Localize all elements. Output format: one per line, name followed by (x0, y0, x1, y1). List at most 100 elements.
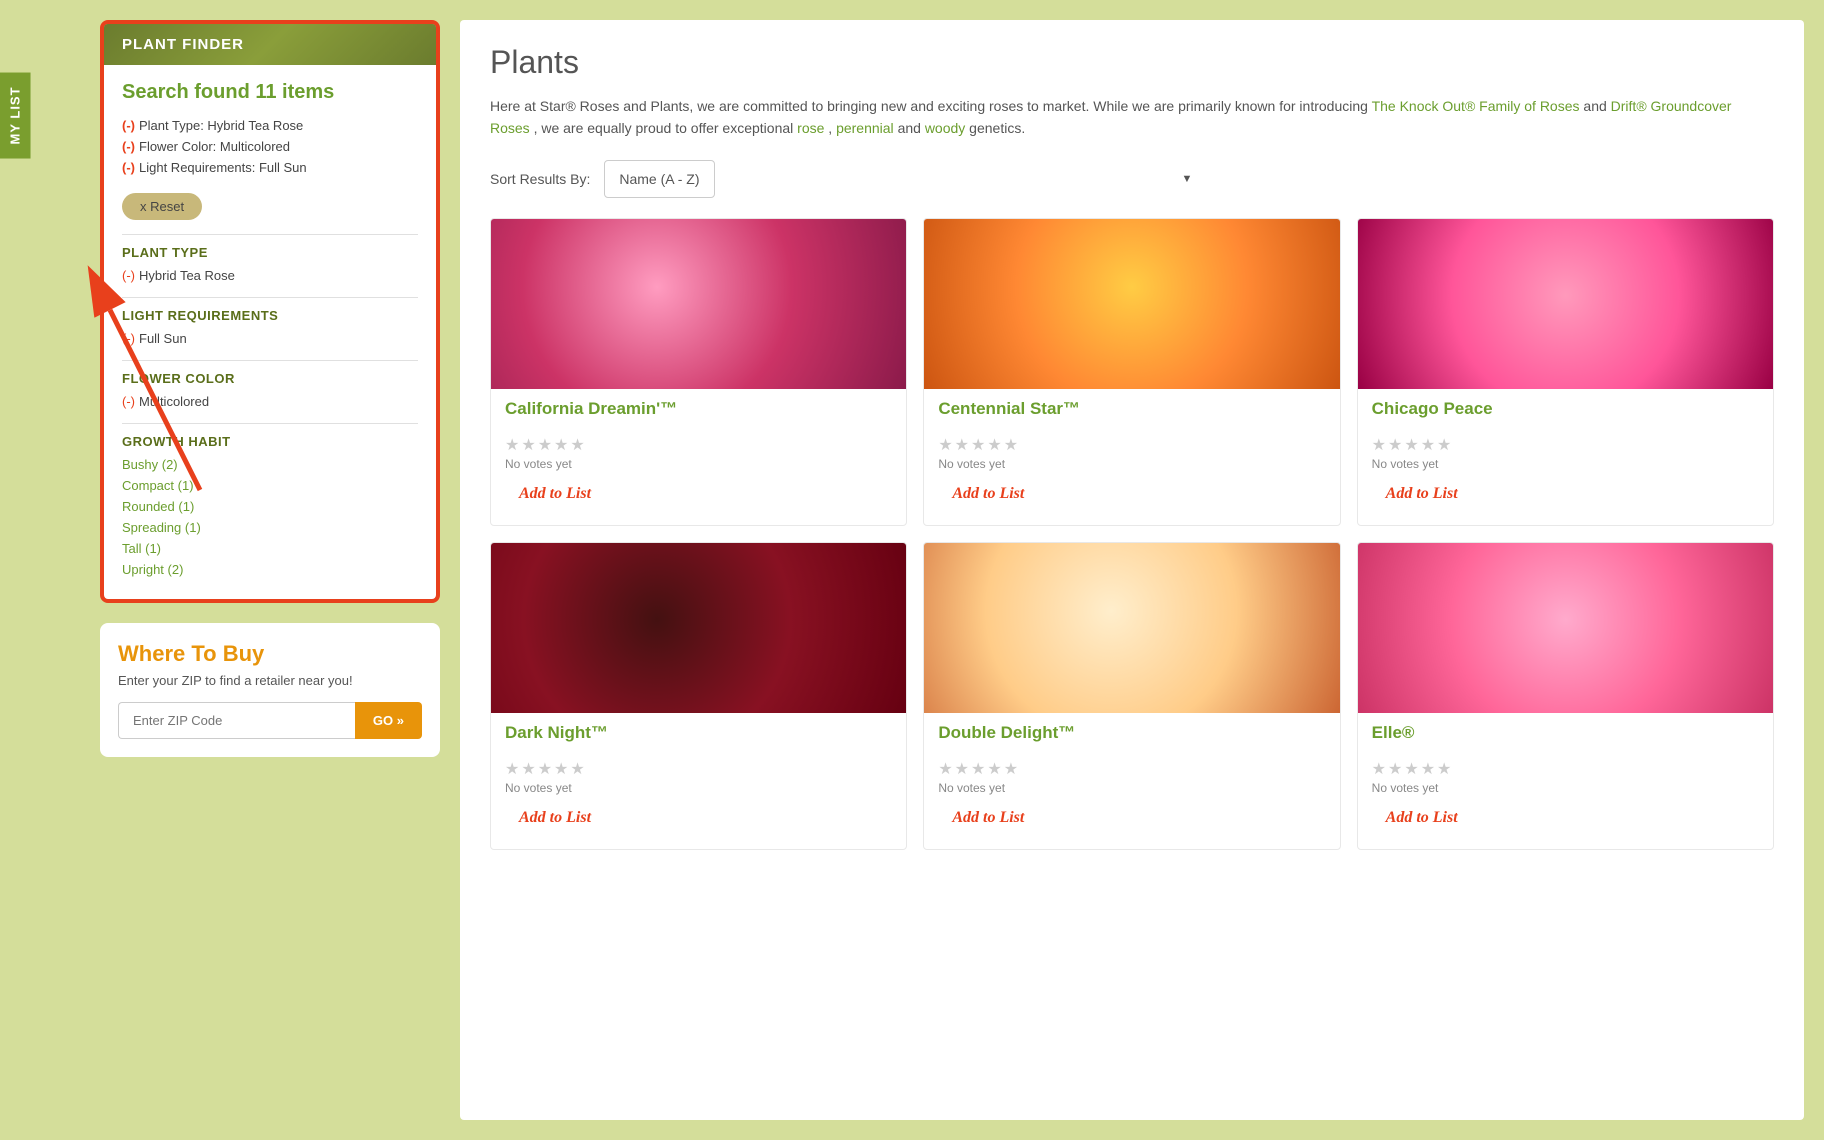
perennial-link[interactable]: perennial (836, 120, 894, 136)
product-name: Double Delight™ (938, 723, 1325, 749)
filter-light-full-sun[interactable]: (-) Full Sun (122, 331, 418, 346)
minus-icon: (-) (122, 331, 135, 346)
star-icon: ★ (554, 759, 568, 779)
filter-growth-bushy[interactable]: Bushy (2) (122, 457, 418, 472)
product-stars: ★ ★ ★ ★ ★ (1372, 435, 1759, 455)
zip-input[interactable] (118, 702, 355, 739)
star-icon: ★ (971, 759, 985, 779)
product-name: Dark Night™ (505, 723, 892, 749)
product-card: Double Delight™ ★ ★ ★ ★ ★ No votes yet A… (923, 542, 1340, 850)
filter-section-flower-color: FLOWER COLOR (122, 371, 418, 386)
active-filter-light[interactable]: (-) Light Requirements: Full Sun (122, 160, 418, 175)
star-icon: ★ (538, 435, 552, 455)
minus-icon: (-) (122, 118, 135, 133)
divider (122, 297, 418, 298)
rose-link[interactable]: rose (797, 120, 824, 136)
product-image (491, 219, 906, 389)
star-icon: ★ (1004, 759, 1018, 779)
add-to-list-button[interactable]: Add to List (505, 805, 605, 831)
votes-text: No votes yet (505, 457, 892, 471)
filter-plant-type-hybrid-tea[interactable]: (-) Hybrid Tea Rose (122, 268, 418, 283)
add-to-list-button[interactable]: Add to List (938, 481, 1038, 507)
active-filter-plant-type[interactable]: (-) Plant Type: Hybrid Tea Rose (122, 118, 418, 133)
add-to-list-button[interactable]: Add to List (505, 481, 605, 507)
divider (122, 360, 418, 361)
product-stars: ★ ★ ★ ★ ★ (1372, 759, 1759, 779)
add-to-list-button[interactable]: Add to List (1372, 481, 1472, 507)
reset-button[interactable]: x Reset (122, 193, 202, 220)
minus-icon: (-) (122, 139, 135, 154)
votes-text: No votes yet (1372, 457, 1759, 471)
star-icon: ★ (1004, 435, 1018, 455)
product-card: California Dreamin'™ ★ ★ ★ ★ ★ No votes … (490, 218, 907, 526)
star-icon: ★ (1372, 759, 1386, 779)
minus-icon: (-) (122, 394, 135, 409)
sort-select-wrapper: Name (A - Z) Name (Z - A) Newest First (604, 160, 1204, 198)
product-name: California Dreamin'™ (505, 399, 892, 425)
where-to-buy-box: Where To Buy Enter your ZIP to find a re… (100, 623, 440, 757)
star-icon: ★ (971, 435, 985, 455)
votes-text: No votes yet (938, 457, 1325, 471)
zip-go-button[interactable]: GO » (355, 702, 422, 739)
plant-finder-box: PLANT FINDER Search found 11 items (-) P… (100, 20, 440, 603)
products-grid: California Dreamin'™ ★ ★ ★ ★ ★ No votes … (490, 218, 1774, 850)
zip-form: GO » (118, 702, 422, 739)
product-card: Chicago Peace ★ ★ ★ ★ ★ No votes yet Add… (1357, 218, 1774, 526)
divider (122, 423, 418, 424)
filter-section-plant-type: PLANT TYPE (122, 245, 418, 260)
product-image (1358, 219, 1773, 389)
sort-bar: Sort Results By: Name (A - Z) Name (Z - … (490, 160, 1774, 198)
filter-section-growth-habit: GROWTH HABIT (122, 434, 418, 449)
filter-section-light: LIGHT REQUIREMENTS (122, 308, 418, 323)
my-list-tab[interactable]: MY LIST (0, 72, 31, 158)
star-icon: ★ (554, 435, 568, 455)
plant-finder-header: PLANT FINDER (104, 24, 436, 65)
search-found-label: Search found 11 items (122, 81, 418, 104)
star-icon: ★ (570, 435, 584, 455)
sidebar: PLANT FINDER Search found 11 items (-) P… (100, 20, 440, 1120)
product-image (491, 543, 906, 713)
star-icon: ★ (1437, 759, 1451, 779)
star-icon: ★ (1388, 435, 1402, 455)
filter-growth-upright[interactable]: Upright (2) (122, 562, 418, 577)
star-icon: ★ (521, 759, 535, 779)
add-to-list-button[interactable]: Add to List (1372, 805, 1472, 831)
star-icon: ★ (505, 759, 519, 779)
star-icon: ★ (538, 759, 552, 779)
page-description: Here at Star® Roses and Plants, we are c… (490, 95, 1774, 140)
add-to-list-button[interactable]: Add to List (938, 805, 1038, 831)
where-to-buy-title: Where To Buy (118, 641, 422, 667)
minus-icon: (-) (122, 160, 135, 175)
woody-link[interactable]: woody (925, 120, 965, 136)
divider (122, 234, 418, 235)
filter-growth-compact[interactable]: Compact (1) (122, 478, 418, 493)
star-icon: ★ (987, 759, 1001, 779)
where-to-buy-description: Enter your ZIP to find a retailer near y… (118, 673, 422, 688)
active-filter-flower-color[interactable]: (-) Flower Color: Multicolored (122, 139, 418, 154)
main-content: Plants Here at Star® Roses and Plants, w… (460, 20, 1804, 1120)
star-icon: ★ (1372, 435, 1386, 455)
star-icon: ★ (938, 435, 952, 455)
filter-flower-multicolored[interactable]: (-) Multicolored (122, 394, 418, 409)
sort-select[interactable]: Name (A - Z) Name (Z - A) Newest First (604, 160, 715, 198)
star-icon: ★ (987, 435, 1001, 455)
filter-growth-tall[interactable]: Tall (1) (122, 541, 418, 556)
product-image (1358, 543, 1773, 713)
star-icon: ★ (1421, 435, 1435, 455)
votes-text: No votes yet (938, 781, 1325, 795)
knock-out-link[interactable]: The Knock Out® Family of Roses (1372, 98, 1580, 114)
product-card: Dark Night™ ★ ★ ★ ★ ★ No votes yet Add t… (490, 542, 907, 850)
minus-icon: (-) (122, 268, 135, 283)
star-icon: ★ (1437, 435, 1451, 455)
product-image (924, 543, 1339, 713)
star-icon: ★ (938, 759, 952, 779)
product-name: Chicago Peace (1372, 399, 1759, 425)
product-stars: ★ ★ ★ ★ ★ (938, 759, 1325, 779)
product-name: Elle® (1372, 723, 1759, 749)
product-stars: ★ ★ ★ ★ ★ (938, 435, 1325, 455)
star-icon: ★ (955, 759, 969, 779)
star-icon: ★ (1421, 759, 1435, 779)
filter-growth-rounded[interactable]: Rounded (1) (122, 499, 418, 514)
filter-growth-spreading[interactable]: Spreading (1) (122, 520, 418, 535)
product-card: Elle® ★ ★ ★ ★ ★ No votes yet Add to List (1357, 542, 1774, 850)
